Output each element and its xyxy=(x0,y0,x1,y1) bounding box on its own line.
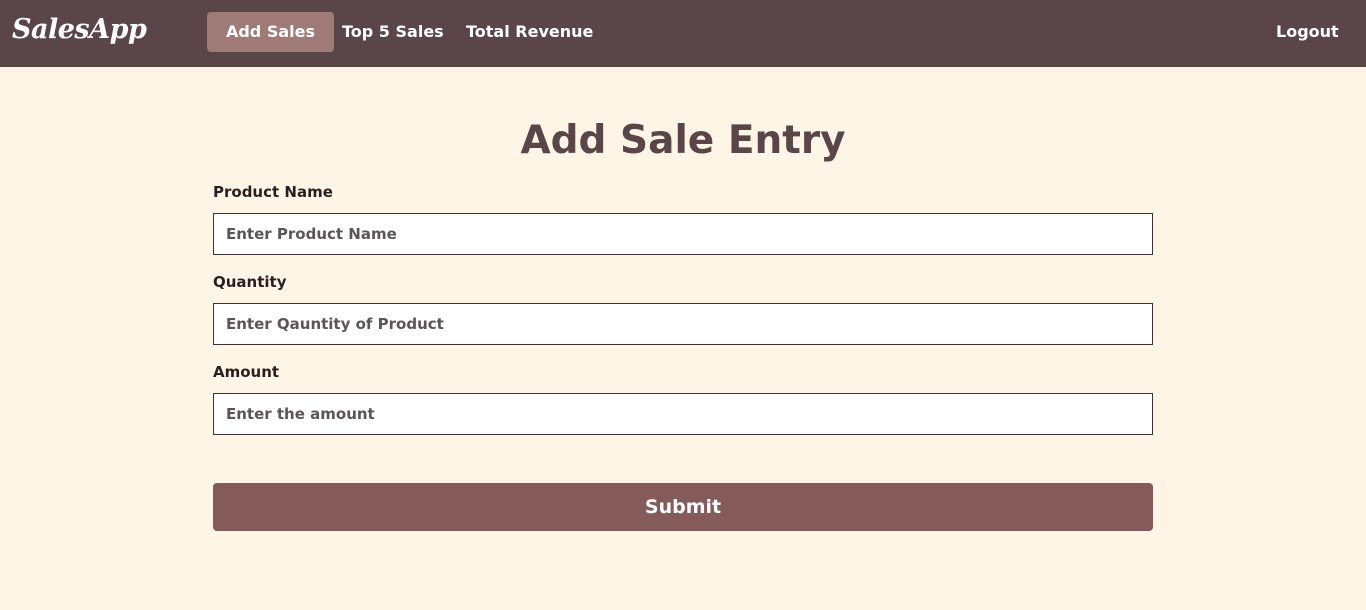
page-title: Add Sale Entry xyxy=(520,118,846,163)
nav-add-sales[interactable]: Add Sales xyxy=(207,12,334,52)
submit-button[interactable]: Submit xyxy=(213,483,1153,531)
product-name-label: Product Name xyxy=(213,183,333,201)
product-name-input[interactable] xyxy=(213,213,1153,255)
quantity-label: Quantity xyxy=(213,273,287,291)
nav-total-revenue[interactable]: Total Revenue xyxy=(466,12,593,52)
amount-input[interactable] xyxy=(213,393,1153,435)
nav-top-5-sales[interactable]: Top 5 Sales xyxy=(342,12,444,52)
logout-link[interactable]: Logout xyxy=(1276,12,1339,52)
quantity-input[interactable] xyxy=(213,303,1153,345)
top-navbar: SalesApp Add Sales Top 5 Sales Total Rev… xyxy=(0,0,1366,67)
brand-logo[interactable]: SalesApp xyxy=(12,14,147,45)
amount-label: Amount xyxy=(213,363,280,381)
